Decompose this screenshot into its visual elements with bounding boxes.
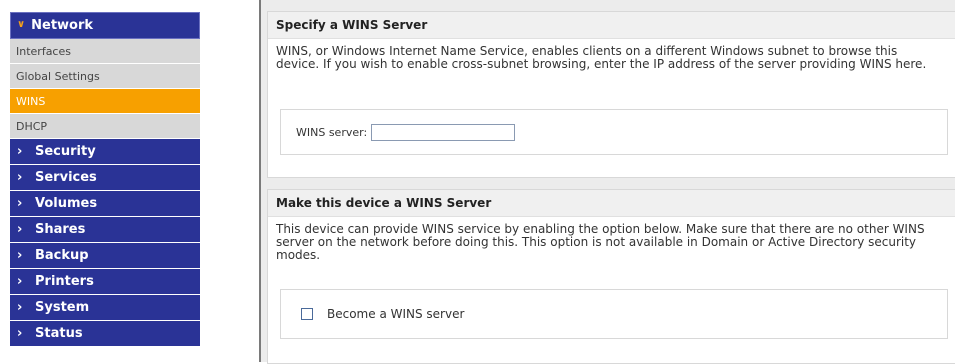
sidebar-item-label: WINS: [16, 94, 46, 108]
become-wins-checkbox[interactable]: [301, 308, 313, 320]
panel-description: This device can provide WINS service by …: [276, 222, 925, 262]
nav-item-label: Volumes: [35, 196, 98, 211]
sidebar-nav: ∨ Network Interfaces Global Settings WIN…: [10, 12, 200, 360]
nav-item-backup[interactable]: › Backup: [10, 243, 200, 269]
nav-item-system[interactable]: › System: [10, 295, 200, 321]
sidebar-item-label: Interfaces: [16, 44, 71, 58]
nav-item-label: Security: [35, 144, 96, 159]
panel-title: Make this device a WINS Server: [268, 190, 955, 217]
sidebar-item-label: DHCP: [16, 119, 48, 133]
chevron-right-icon: ›: [17, 248, 23, 263]
nav-item-printers[interactable]: › Printers: [10, 269, 200, 295]
chevron-down-icon: ∨: [17, 19, 26, 30]
chevron-right-icon: ›: [17, 196, 23, 211]
wins-server-field-row: WINS server:: [281, 110, 947, 154]
nav-item-label: Status: [35, 326, 83, 341]
sidebar-item-global-settings[interactable]: Global Settings: [10, 64, 200, 89]
chevron-right-icon: ›: [17, 274, 23, 289]
nav-item-shares[interactable]: › Shares: [10, 217, 200, 243]
wins-server-input[interactable]: [371, 123, 516, 141]
nav-section-network[interactable]: ∨ Network: [10, 12, 200, 39]
nav-item-label: Printers: [35, 274, 94, 289]
wins-server-panel: Specify a WINS Server WINS, or Windows I…: [267, 11, 955, 178]
become-wins-panel: Make this device a WINS Server This devi…: [267, 189, 955, 364]
nav-item-security[interactable]: › Security: [10, 139, 200, 165]
chevron-right-icon: ›: [17, 326, 23, 341]
nav-item-label: System: [35, 300, 90, 315]
become-wins-row: Become a WINS server: [281, 290, 947, 338]
wins-server-label: WINS server:: [296, 125, 368, 139]
become-wins-label[interactable]: Become a WINS server: [327, 307, 464, 321]
nav-section-label: Network: [31, 18, 94, 33]
sidebar-item-interfaces[interactable]: Interfaces: [10, 39, 200, 64]
nav-item-label: Backup: [35, 248, 89, 263]
chevron-right-icon: ›: [17, 144, 23, 159]
sidebar-item-dhcp[interactable]: DHCP: [10, 114, 200, 139]
nav-item-status[interactable]: › Status: [10, 321, 200, 347]
nav-item-label: Services: [35, 170, 97, 185]
become-wins-checkbox-box: Become a WINS server: [280, 289, 948, 339]
nav-item-services[interactable]: › Services: [10, 165, 200, 191]
nav-item-label: Shares: [35, 222, 86, 237]
sidebar-item-wins[interactable]: WINS: [10, 89, 200, 114]
sidebar-item-label: Global Settings: [16, 69, 100, 83]
nav-item-volumes[interactable]: › Volumes: [10, 191, 200, 217]
panel-title: Specify a WINS Server: [268, 12, 955, 39]
chevron-right-icon: ›: [17, 300, 23, 315]
wins-server-field-box: WINS server:: [280, 109, 948, 155]
panel-description: WINS, or Windows Internet Name Service, …: [276, 44, 927, 71]
chevron-right-icon: ›: [17, 222, 23, 237]
main-content: Specify a WINS Server WINS, or Windows I…: [259, 0, 955, 364]
chevron-right-icon: ›: [17, 170, 23, 185]
